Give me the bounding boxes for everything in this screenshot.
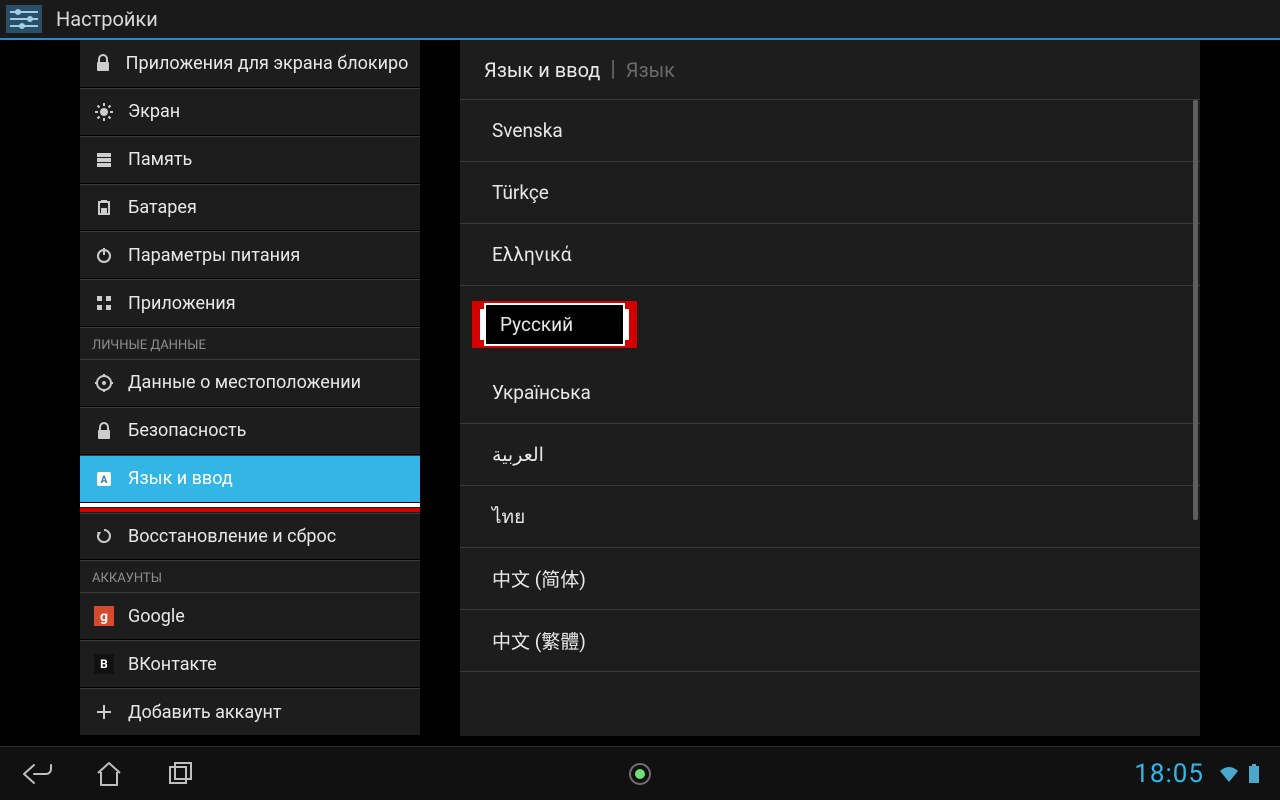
- breadcrumb-sub: Язык: [626, 58, 675, 82]
- sidebar-item-lockscreen-apps[interactable]: Приложения для экрана блокировки: [80, 40, 420, 88]
- location-icon: [92, 371, 116, 395]
- sidebar-item-label: Батарея: [128, 197, 197, 218]
- scrollbar-thumb[interactable]: [1193, 100, 1198, 520]
- lock-icon: [92, 51, 114, 75]
- annotation-highlight-box: Русский: [472, 301, 637, 348]
- language-option[interactable]: Українська: [460, 362, 1200, 424]
- language-option[interactable]: Türkçe: [460, 162, 1200, 224]
- sidebar-item-label: Память: [128, 149, 192, 170]
- sidebar-item-label: Параметры питания: [128, 245, 300, 266]
- breadcrumb-separator: |: [610, 57, 615, 82]
- settings-screen: Настройки Приложения для экрана блокиров…: [0, 0, 1280, 800]
- language-option[interactable]: Svenska: [460, 100, 1200, 162]
- sidebar-item-language-input[interactable]: A Язык и ввод: [80, 455, 420, 503]
- sidebar-item-google[interactable]: g Google: [80, 592, 420, 640]
- sidebar-item-label: Google: [128, 606, 185, 627]
- language-icon: A: [92, 467, 116, 491]
- apps-icon: [92, 291, 116, 315]
- home-button[interactable]: [92, 757, 126, 791]
- sidebar-item-location[interactable]: Данные о местоположении: [80, 359, 420, 407]
- storage-icon: [92, 148, 116, 172]
- vk-icon: B: [92, 652, 116, 676]
- sidebar-item-label: Данные о местоположении: [128, 372, 361, 393]
- sidebar-item-apps[interactable]: Приложения: [80, 279, 420, 327]
- sidebar-item-security[interactable]: Безопасность: [80, 407, 420, 455]
- lock-closed-icon: [92, 419, 116, 443]
- sidebar-item-add-account[interactable]: Добавить аккаунт: [80, 688, 420, 736]
- sidebar-item-label: Экран: [128, 101, 180, 122]
- back-button[interactable]: [20, 757, 54, 791]
- sidebar-item-label: Восстановление и сброс: [128, 526, 336, 547]
- title-bar: Настройки: [0, 0, 1280, 40]
- language-option[interactable]: Ελληνικά: [460, 224, 1200, 286]
- annotation-underline: [80, 503, 420, 513]
- svg-text:g: g: [100, 609, 108, 625]
- restore-icon: [92, 524, 116, 548]
- settings-app-icon: [6, 4, 42, 34]
- svg-text:B: B: [100, 657, 108, 671]
- sidebar-item-label: Приложения для экрана блокировки: [126, 53, 408, 74]
- sidebar-item-label: Приложения: [128, 293, 236, 314]
- sidebar-item-storage[interactable]: Память: [80, 136, 420, 184]
- voice-search-button[interactable]: [626, 760, 654, 788]
- sidebar-item-battery[interactable]: Батарея: [80, 184, 420, 232]
- content-panel: Язык и ввод | Язык Svenska Türkçe Ελληνι…: [460, 40, 1200, 736]
- recent-apps-button[interactable]: [164, 757, 198, 791]
- power-icon: [92, 243, 116, 267]
- google-icon: g: [92, 604, 116, 628]
- sidebar-item-vk[interactable]: B ВКонтакте: [80, 640, 420, 688]
- sidebar-item-label: Добавить аккаунт: [128, 702, 282, 723]
- language-option[interactable]: ไทย: [460, 486, 1200, 548]
- battery-status-icon: [1248, 764, 1260, 784]
- sidebar-item-label: Язык и ввод: [128, 468, 233, 489]
- language-option[interactable]: 中文 (繁體): [460, 610, 1200, 672]
- content-breadcrumb: Язык и ввод | Язык: [460, 40, 1200, 100]
- status-clock: 18:05: [1134, 759, 1204, 789]
- system-navigation-bar: 18:05: [0, 746, 1280, 800]
- svg-text:A: A: [101, 475, 108, 486]
- sidebar-item-label: Безопасность: [128, 420, 246, 441]
- add-icon: [92, 700, 116, 724]
- sidebar-section-personal: ЛИЧНЫЕ ДАННЫЕ: [80, 327, 420, 359]
- brightness-icon: [92, 100, 116, 124]
- wifi-icon: [1218, 765, 1240, 783]
- language-list[interactable]: Svenska Türkçe Ελληνικά Русский Українсь…: [460, 100, 1200, 736]
- language-option-label: Русский: [484, 303, 625, 346]
- breadcrumb-main[interactable]: Язык и ввод: [484, 58, 600, 82]
- language-option-highlighted[interactable]: Русский: [460, 286, 1200, 362]
- sidebar-section-accounts: АККАУНТЫ: [80, 560, 420, 592]
- battery-icon: [92, 195, 116, 219]
- sidebar-item-label: ВКонтакте: [128, 654, 217, 675]
- app-title: Настройки: [56, 7, 158, 31]
- sidebar-item-backup-reset[interactable]: Восстановление и сброс: [80, 513, 420, 561]
- language-option[interactable]: العربية: [460, 424, 1200, 486]
- sidebar-item-display[interactable]: Экран: [80, 88, 420, 136]
- language-option[interactable]: 中文 (简体): [460, 548, 1200, 610]
- settings-sidebar: Приложения для экрана блокировки Экран П…: [80, 40, 420, 736]
- sidebar-item-power[interactable]: Параметры питания: [80, 231, 420, 279]
- main-area: Приложения для экрана блокировки Экран П…: [0, 40, 1280, 746]
